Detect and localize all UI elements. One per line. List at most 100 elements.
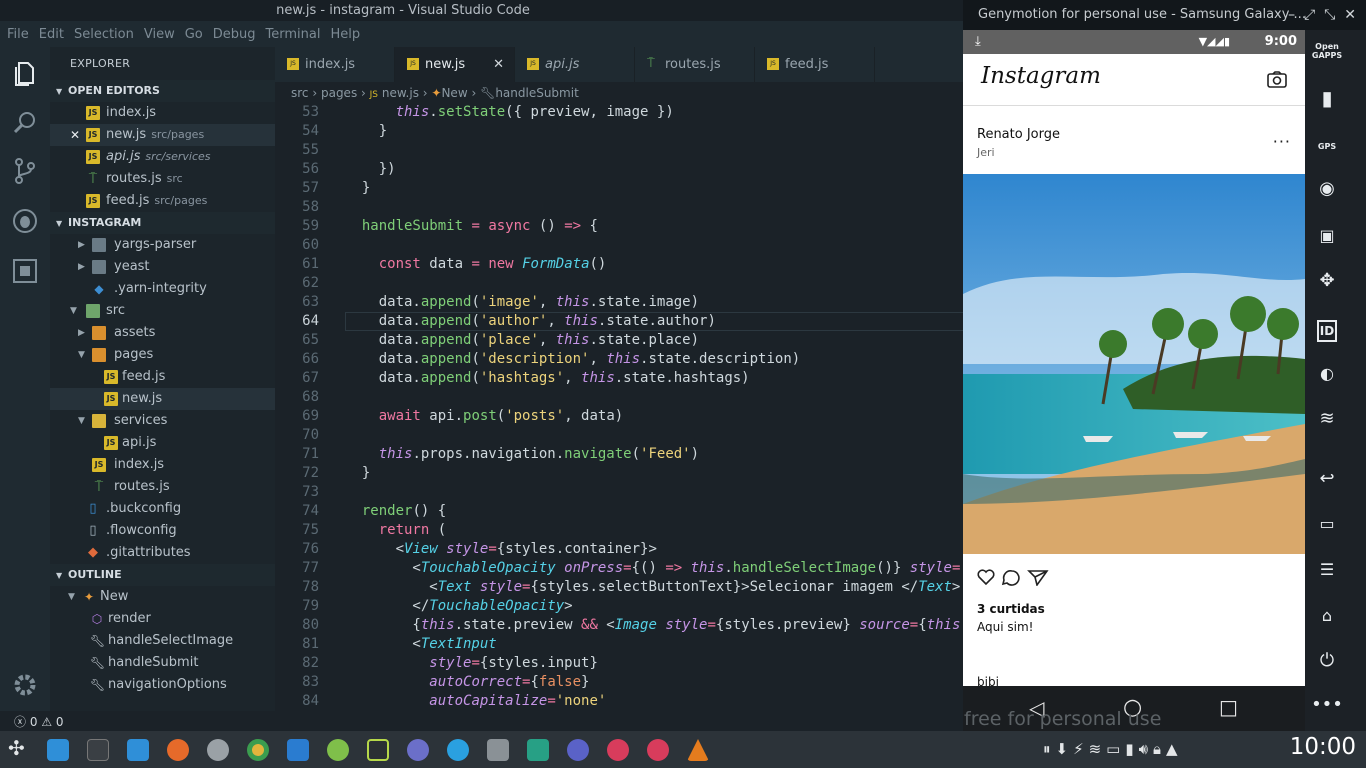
identifiers-icon[interactable]: ID: [1317, 320, 1337, 342]
tree-item[interactable]: JS index.js: [50, 454, 275, 476]
tab-feed-js[interactable]: JS feed.js: [755, 47, 875, 82]
recent-apps-icon[interactable]: ▭: [1305, 514, 1349, 533]
recents-icon[interactable]: □: [1219, 695, 1238, 719]
explorer-icon[interactable]: [11, 59, 39, 87]
package-icon[interactable]: [487, 739, 509, 761]
open-editor-item[interactable]: ✕ JS new.js src/pages: [50, 124, 275, 146]
capture-icon[interactable]: ▣: [1305, 226, 1349, 245]
extensions-icon[interactable]: [11, 257, 39, 285]
warning-count[interactable]: 0: [56, 715, 64, 729]
more-options-icon[interactable]: ···: [1273, 132, 1291, 151]
tab-index-js[interactable]: JS index.js: [275, 47, 395, 82]
vlc-icon[interactable]: [687, 739, 709, 761]
tree-item[interactable]: ▯ .flowconfig: [50, 520, 275, 542]
project-header[interactable]: ▼ INSTAGRAM: [50, 212, 275, 234]
php-icon[interactable]: [407, 739, 429, 761]
restore-icon[interactable]: ⤡: [1324, 7, 1335, 23]
minimize-icon[interactable]: –: [1288, 7, 1295, 23]
back-icon[interactable]: ↩: [1305, 468, 1349, 489]
software-store-icon[interactable]: [127, 739, 149, 761]
open-editor-item[interactable]: JS feed.js src/pages: [50, 190, 275, 212]
code-editor[interactable]: 53 this.setState({ preview, image }) 54 …: [275, 104, 963, 711]
open-gapps-icon[interactable]: Open GAPPS: [1305, 42, 1349, 60]
pycharm-icon[interactable]: [367, 739, 389, 761]
tree-item[interactable]: ▶ assets: [50, 322, 275, 344]
clock[interactable]: 10:00: [1290, 734, 1356, 760]
outline-item[interactable]: 🔧︎ handleSubmit: [50, 652, 275, 674]
vscode-icon[interactable]: [287, 739, 309, 761]
close-icon[interactable]: ✕: [1344, 7, 1356, 23]
outline-item[interactable]: 🔧︎ navigationOptions: [50, 674, 275, 696]
tree-item[interactable]: ▯ .buckconfig: [50, 498, 275, 520]
settings-icon[interactable]: [207, 739, 229, 761]
menu-go[interactable]: Go: [185, 27, 203, 42]
chrome-icon[interactable]: [247, 739, 269, 761]
media-icon[interactable]: ◐: [1305, 364, 1349, 383]
firefox-icon[interactable]: [167, 739, 189, 761]
open-editor-item[interactable]: JS api.js src/services: [50, 146, 275, 168]
tree-item[interactable]: ▼ pages: [50, 344, 275, 366]
terminal-icon[interactable]: [87, 739, 109, 761]
comment-icon[interactable]: [1001, 570, 1020, 586]
tree-item[interactable]: ▼ services: [50, 410, 275, 432]
open-editor-item[interactable]: ⍑ routes.js src: [50, 168, 275, 190]
outline-item[interactable]: 🔧︎ handleSelectImage: [50, 630, 275, 652]
outline-item[interactable]: ▼ ✦ New: [50, 586, 275, 608]
power-icon[interactable]: ⏻: [1305, 650, 1349, 671]
tree-item[interactable]: ▼ src: [50, 300, 275, 322]
tree-item[interactable]: ◆ .yarn-integrity: [50, 278, 275, 300]
tree-item[interactable]: JS feed.js: [50, 366, 275, 388]
tree-item[interactable]: JS api.js: [50, 432, 275, 454]
menu-terminal[interactable]: Terminal: [266, 27, 321, 42]
tree-item[interactable]: ▶ yeast: [50, 256, 275, 278]
start-menu-icon[interactable]: ✣: [8, 736, 25, 760]
network-icon[interactable]: ≋: [1305, 408, 1349, 429]
open-editor-item[interactable]: JS index.js: [50, 102, 275, 124]
menu-file[interactable]: File: [7, 27, 29, 42]
android-studio-icon[interactable]: [327, 739, 349, 761]
gps-icon[interactable]: GPS: [1305, 142, 1349, 151]
battery-icon[interactable]: ▮: [1305, 86, 1349, 110]
breadcrumb-file[interactable]: new.js: [382, 86, 419, 100]
share-icon[interactable]: [1027, 570, 1049, 586]
debug-icon[interactable]: [11, 207, 39, 235]
menu-icon[interactable]: ☰: [1305, 560, 1349, 579]
tree-item[interactable]: ▶ yargs-parser: [50, 234, 275, 256]
genymotion-device-icon[interactable]: [647, 739, 669, 761]
tree-item[interactable]: JS new.js: [50, 388, 275, 410]
menu-debug[interactable]: Debug: [213, 27, 256, 42]
webcam-icon[interactable]: ◉: [1305, 178, 1349, 199]
tab-new-js[interactable]: JS new.js ✕: [395, 47, 515, 82]
source-control-icon[interactable]: [11, 157, 39, 185]
menu-help[interactable]: Help: [330, 27, 360, 42]
like-heart-icon[interactable]: [977, 569, 995, 586]
breadcrumb-class[interactable]: New: [441, 86, 467, 100]
breadcrumb-pages[interactable]: pages: [321, 86, 357, 100]
file-manager-icon[interactable]: [47, 739, 69, 761]
camera-icon[interactable]: [1267, 71, 1287, 88]
move-icon[interactable]: ✥: [1305, 270, 1349, 291]
tab-api-js[interactable]: JS api.js: [515, 47, 635, 82]
tree-item[interactable]: ⍑ routes.js: [50, 476, 275, 498]
search-icon[interactable]: [11, 109, 39, 137]
tab-routes-js[interactable]: ⍑ routes.js: [635, 47, 755, 82]
menu-edit[interactable]: Edit: [39, 27, 64, 42]
maximize-icon[interactable]: ⤢: [1304, 7, 1315, 23]
close-tab-icon[interactable]: ✕: [493, 47, 504, 82]
image-viewer-icon[interactable]: [527, 739, 549, 761]
menu-selection[interactable]: Selection: [74, 27, 134, 42]
error-count[interactable]: 0: [30, 715, 38, 729]
menu-view[interactable]: View: [144, 27, 175, 42]
outline-header[interactable]: ▼ OUTLINE: [50, 564, 275, 586]
genymotion-icon[interactable]: [607, 739, 629, 761]
outline-item[interactable]: ⬡ render: [50, 608, 275, 630]
home-icon[interactable]: ⌂: [1305, 606, 1349, 625]
close-icon[interactable]: ✕: [70, 124, 80, 146]
eclipse-icon[interactable]: [567, 739, 589, 761]
breadcrumb-src[interactable]: src: [291, 86, 309, 100]
tree-item[interactable]: ◆ .gitattributes: [50, 542, 275, 564]
settings-gear-icon[interactable]: [11, 671, 39, 699]
more-icon[interactable]: •••: [1305, 694, 1349, 715]
system-tray-icons[interactable]: ⏸⬇⚡≋▭▮🔊︎🔒︎▲: [1043, 740, 1183, 758]
wifi-app-icon[interactable]: [447, 739, 469, 761]
